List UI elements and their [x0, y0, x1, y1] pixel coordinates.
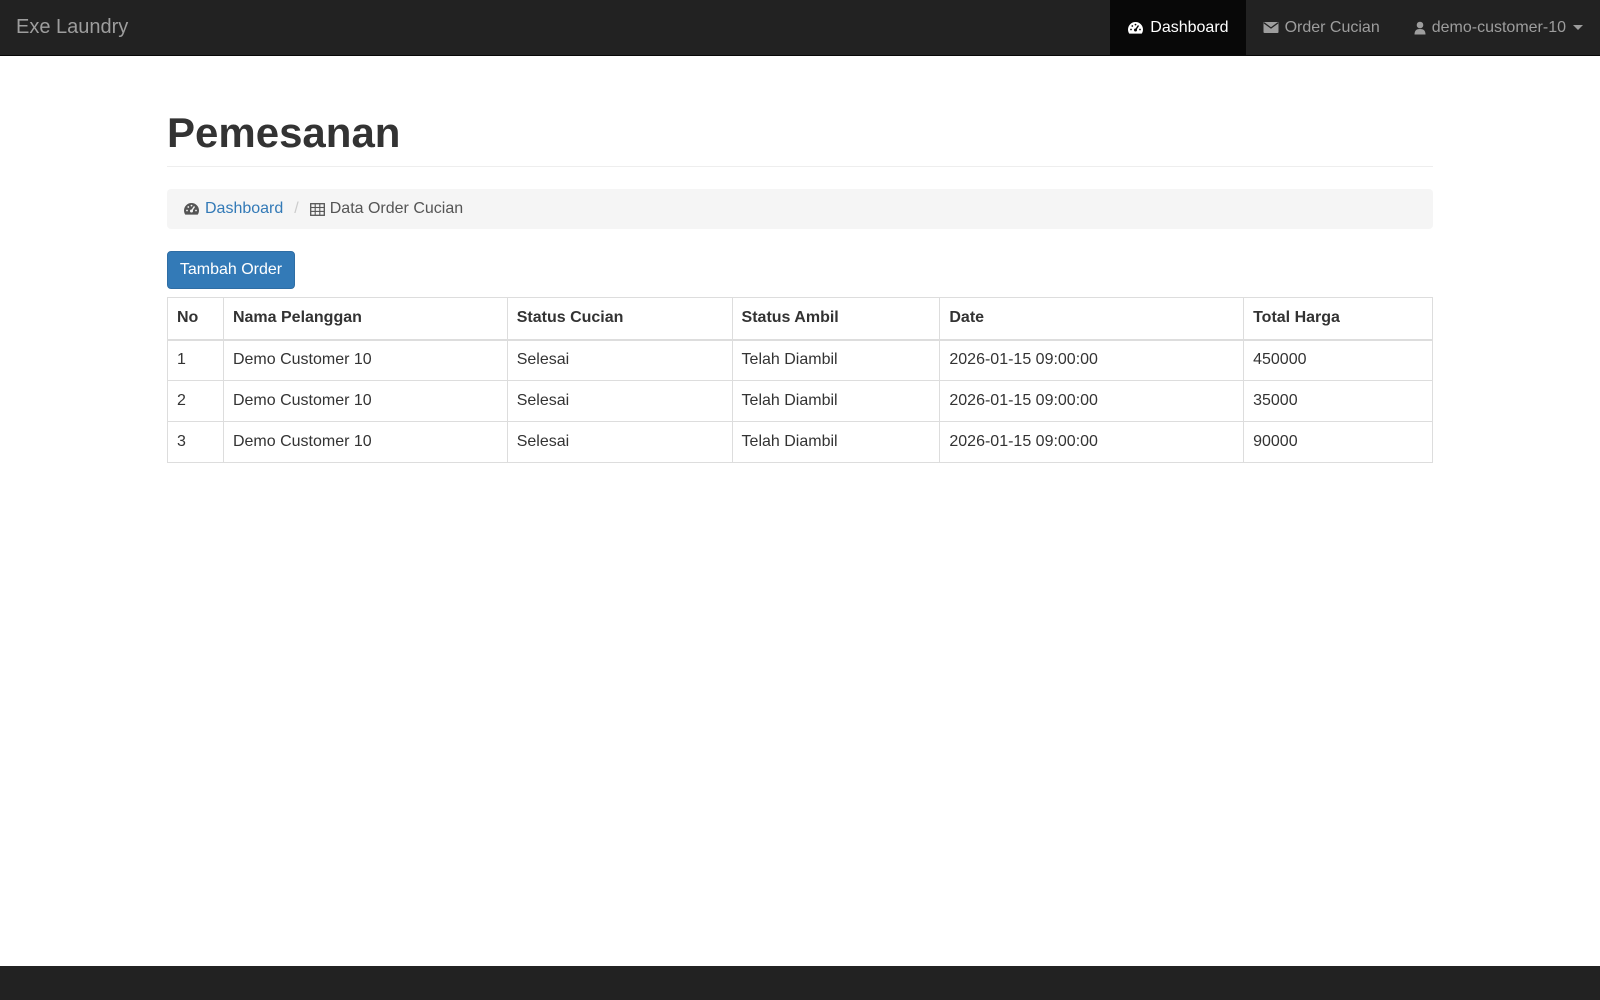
table-cell: 2026-01-15 09:00:00 — [939, 380, 1245, 422]
column-header: Total Harga — [1243, 297, 1433, 341]
table-cell: 90000 — [1243, 421, 1433, 463]
footer — [0, 966, 1600, 1000]
nav-item-order-cucian[interactable]: Order Cucian — [1246, 0, 1397, 55]
column-header: Status Ambil — [731, 297, 941, 341]
dashboard-icon — [1128, 21, 1144, 34]
table-cell: 3 — [167, 421, 224, 463]
nav-item-user-dropdown[interactable]: demo-customer-10 — [1397, 0, 1600, 55]
page-title: Pemesanan — [167, 109, 401, 156]
column-header: Date — [939, 297, 1245, 341]
table-icon — [309, 202, 325, 216]
nav-item-dashboard[interactable]: Dashboard — [1110, 0, 1246, 55]
breadcrumb-dashboard-link[interactable]: Dashboard — [183, 200, 283, 218]
breadcrumb-separator: / — [294, 200, 299, 217]
breadcrumb-current-label: Data Order Cucian — [329, 200, 464, 217]
breadcrumb-current: Data Order Cucian — [309, 200, 464, 218]
envelope-icon — [1263, 22, 1279, 33]
table-cell: 35000 — [1243, 380, 1433, 422]
navbar: Exe Laundry Dashboard Order Cucian demo-… — [0, 0, 1600, 56]
brand-link[interactable]: Exe Laundry — [16, 0, 128, 55]
table-row[interactable]: 2 Demo Customer 10 Selesai Telah Diambil 202… — [167, 380, 1433, 422]
table-cell: Demo Customer 10 — [222, 421, 508, 463]
table-cell: Telah Diambil — [731, 421, 941, 463]
table-cell: Demo Customer 10 — [222, 339, 508, 381]
orders-table: No Nama Pelanggan Status Cucian Status Ambi… — [167, 297, 1433, 463]
dashboard-icon — [184, 203, 199, 215]
table-cell: Telah Diambil — [731, 339, 941, 381]
table-row[interactable]: 3 Demo Customer 10 Selesai Telah Diambil 202… — [167, 421, 1433, 463]
column-header: No — [167, 297, 224, 341]
table-cell: 2026-01-15 09:00:00 — [939, 339, 1245, 381]
orders-table-wrapper: No Nama Pelanggan Status Cucian Status Ambi… — [167, 297, 1433, 463]
table-cell: Selesai — [506, 339, 733, 381]
nav-item-order-cucian-label: Order Cucian — [1284, 18, 1380, 36]
breadcrumb: Dashboard / Data Order Cucian — [167, 189, 1433, 229]
table-header-row: No Nama Pelanggan Status Cucian Status Ambi… — [167, 297, 1433, 341]
nav-item-dashboard-label: Dashboard — [1150, 18, 1229, 36]
table-cell: 2026-01-15 09:00:00 — [939, 421, 1245, 463]
column-header: Nama Pelanggan — [222, 297, 508, 341]
table-cell: Selesai — [506, 421, 733, 463]
navbar-menu: Dashboard Order Cucian demo-customer-10 — [1110, 0, 1600, 55]
column-header: Status Cucian — [506, 297, 733, 341]
table-cell: 2 — [167, 380, 224, 422]
add-order-button[interactable]: Tambah Order — [167, 251, 295, 289]
user-icon — [1414, 21, 1426, 34]
table-cell: Telah Diambil — [731, 380, 941, 422]
table-cell: Demo Customer 10 — [222, 380, 508, 422]
breadcrumb-dashboard-label: Dashboard — [205, 200, 284, 217]
user-name-label: demo-customer-10 — [1431, 18, 1566, 36]
table-cell: 450000 — [1243, 339, 1433, 381]
page-header: Pemesanan — [167, 105, 1433, 167]
chevron-down-icon — [1573, 25, 1583, 30]
table-row[interactable]: 1 Demo Customer 10 Selesai Telah Diambil 202… — [167, 339, 1433, 381]
table-cell: Selesai — [506, 380, 733, 422]
table-body: 1 Demo Customer 10 Selesai Telah Diambil 202… — [167, 339, 1433, 463]
table-cell: 1 — [167, 339, 224, 381]
